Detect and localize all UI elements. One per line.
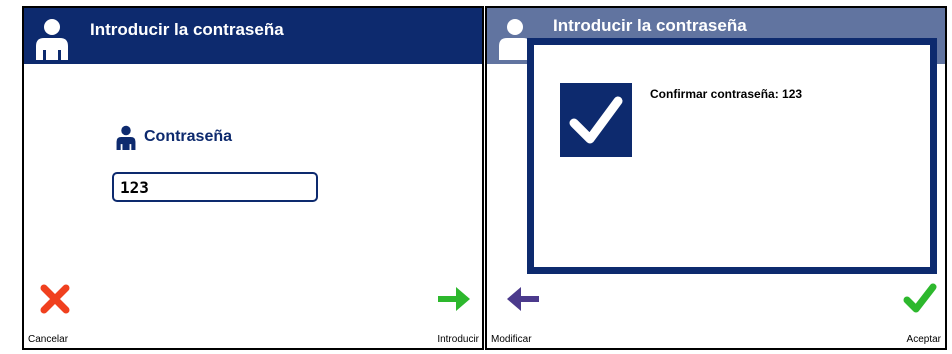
- confirm-dialog: Confirmar contraseña: 123: [527, 38, 937, 274]
- modify-label: Modificar: [491, 334, 532, 345]
- arrow-left-icon: [507, 287, 539, 311]
- checkmark-badge: [560, 83, 632, 157]
- arrow-right-icon: [438, 287, 470, 311]
- password-input[interactable]: [112, 172, 318, 202]
- cancel-button[interactable]: Cancelar: [24, 278, 104, 348]
- enter-button[interactable]: Introducir: [392, 278, 482, 348]
- password-label: Contraseña: [144, 128, 233, 145]
- confirm-message: Confirmar contraseña: 123: [650, 87, 803, 101]
- accept-label: Aceptar: [906, 334, 941, 345]
- checkmark-icon: [569, 96, 623, 144]
- cancel-label: Cancelar: [28, 334, 69, 345]
- page-title: Introducir la contraseña: [90, 20, 284, 39]
- password-entry-screen: Introducir la contraseña Contraseña Canc…: [22, 6, 484, 350]
- checkmark-icon: [903, 283, 937, 313]
- user-icon: [36, 19, 68, 60]
- header-bar: Introducir la contraseña: [24, 8, 482, 64]
- close-icon: [40, 284, 70, 314]
- confirm-password-screen: Introducir la contraseña Confirmar contr…: [485, 6, 947, 350]
- modify-button[interactable]: Modificar: [487, 278, 577, 348]
- user-icon: [116, 125, 136, 150]
- password-label-row: Contraseña: [114, 124, 232, 150]
- enter-label: Introducir: [437, 334, 479, 345]
- accept-button[interactable]: Aceptar: [865, 278, 945, 348]
